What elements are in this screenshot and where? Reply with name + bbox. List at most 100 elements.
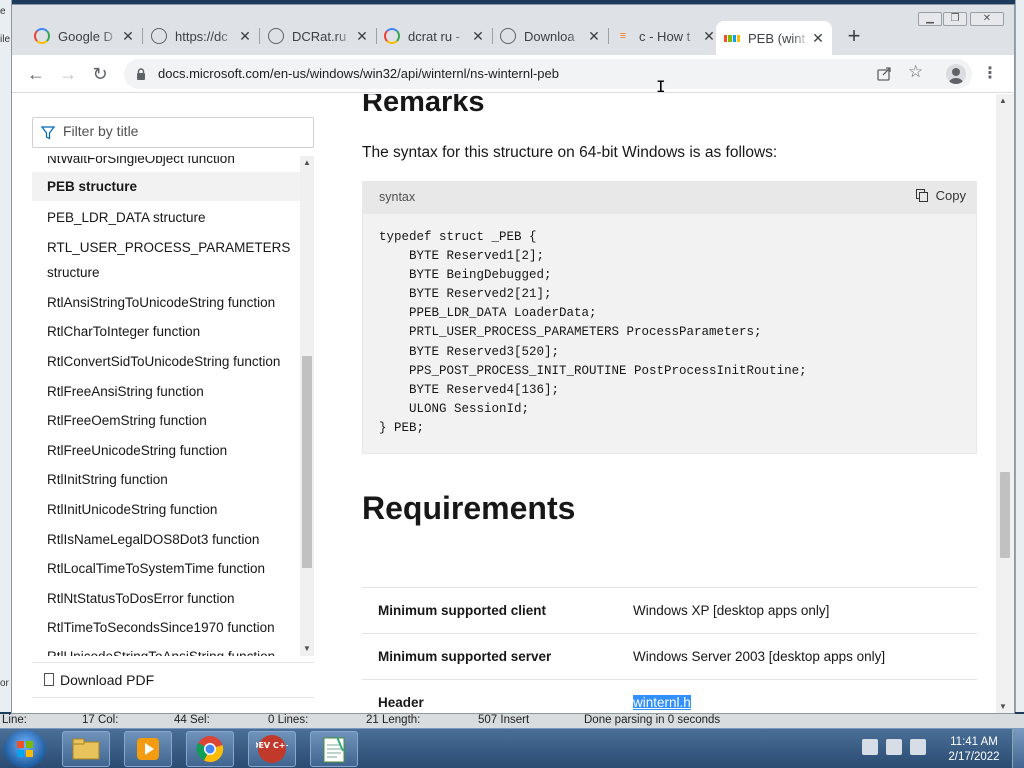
table-row: Header winternl.h: [362, 679, 977, 713]
status-length: 21 Length:: [366, 714, 421, 726]
share-icon[interactable]: [876, 66, 892, 82]
scroll-down-icon[interactable]: ▼: [999, 702, 1007, 711]
tab-close-icon[interactable]: ✕: [354, 28, 370, 45]
bookmark-star-icon[interactable]: ☆: [908, 62, 923, 82]
toc-item[interactable]: RtlCharToInteger function: [32, 319, 300, 344]
toc-item[interactable]: RtlConvertSidToUnicodeString function: [32, 349, 300, 374]
clock-time: 11:41 AM: [950, 736, 998, 748]
action-center-icon[interactable]: [862, 739, 878, 755]
remarks-heading: Remarks: [362, 94, 485, 118]
tab-close-icon[interactable]: ✕: [470, 28, 486, 45]
header-link[interactable]: winternl.h: [633, 695, 691, 711]
scroll-up-icon[interactable]: ▲: [999, 96, 1007, 105]
tab-close-icon[interactable]: ✕: [586, 28, 602, 45]
maximize-button[interactable]: ❐: [943, 12, 967, 26]
toc-item[interactable]: RtlFreeOemString function: [32, 408, 300, 433]
toc-item[interactable]: structure: [32, 260, 300, 285]
chrome-icon[interactable]: [186, 731, 234, 767]
more-menu-icon[interactable]: ⋮: [982, 63, 998, 83]
toc-scroll-thumb[interactable]: [302, 356, 312, 568]
editor-status-bar: Line: 17 Col: 44 Sel: 0 Lines: 21 Length…: [0, 714, 1024, 728]
toc-item[interactable]: RtlTimeToSecondsSince1970 function: [32, 615, 300, 640]
copy-button[interactable]: Copy: [915, 188, 966, 203]
text-cursor-icon: I: [656, 77, 666, 96]
filter-input[interactable]: [63, 123, 303, 139]
globe-icon: [151, 28, 167, 44]
filter-box[interactable]: [32, 117, 314, 148]
status-col: 17 Col:: [82, 714, 119, 726]
taskbar: DEV C++ 11:41 AM 2/17/2022: [0, 728, 1024, 768]
tab-peb-active[interactable]: PEB (wint ✕: [716, 21, 832, 55]
network-icon[interactable]: [886, 739, 902, 755]
tab-download[interactable]: Downloa ✕: [492, 21, 609, 51]
tab-close-icon[interactable]: ✕: [701, 28, 717, 45]
page-scroll-thumb[interactable]: [1000, 472, 1010, 558]
download-pdf-button[interactable]: Download PDF: [32, 662, 314, 698]
system-clock[interactable]: 11:41 AM 2/17/2022: [944, 735, 1004, 765]
profile-icon[interactable]: [946, 64, 966, 84]
copy-icon: [915, 189, 928, 202]
toc-item[interactable]: RtlLocalTimeToSystemTime function: [32, 556, 300, 581]
tab-strip: Google D ✕ https://dc ✕ DCRat.ru ✕ dcrat…: [12, 5, 1014, 55]
tab-title: PEB (wint: [748, 30, 806, 46]
toc-item[interactable]: RtlInitString function: [32, 467, 300, 492]
tab-stackoverflow[interactable]: ≡ c - How t ✕: [607, 21, 723, 51]
filter-icon: [41, 126, 55, 140]
lock-icon: [137, 68, 145, 80]
toc-item[interactable]: RtlAnsiStringToUnicodeString function: [32, 290, 300, 315]
toc-item[interactable]: PEB_LDR_DATA structure: [32, 205, 300, 230]
start-button[interactable]: [4, 730, 46, 768]
notepad-icon[interactable]: [310, 731, 358, 767]
tab-dcrat[interactable]: DCRat.ru ✕: [260, 21, 377, 51]
toc-sidebar: NtWaitForSingleObject function PEB struc…: [32, 94, 314, 713]
tab-close-icon[interactable]: ✕: [237, 28, 253, 45]
tab-title: DCRat.ru: [292, 28, 347, 44]
reload-button[interactable]: ↻: [87, 61, 113, 87]
back-button[interactable]: ←: [23, 61, 49, 87]
media-player-icon[interactable]: [124, 731, 172, 767]
url-text[interactable]: docs.microsoft.com/en-us/windows/win32/a…: [158, 66, 559, 81]
remarks-text: The syntax for this structure on 64-bit …: [362, 144, 778, 161]
toc-item[interactable]: RtlUnicodeStringToAnsiString function: [32, 644, 300, 656]
status-message: Done parsing in 0 seconds: [584, 714, 721, 726]
toc-item[interactable]: RtlIsNameLegalDOS8Dot3 function: [32, 527, 300, 552]
status-lines: 0 Lines:: [268, 714, 309, 726]
scroll-up-icon[interactable]: ▲: [303, 158, 311, 167]
tab-https[interactable]: https://dc ✕: [143, 21, 260, 51]
toc-item[interactable]: NtWaitForSingleObject function: [32, 156, 300, 171]
scroll-down-icon[interactable]: ▼: [303, 644, 311, 653]
forward-button[interactable]: →: [55, 61, 81, 87]
code-line: BYTE Reserved1[2];: [379, 249, 545, 264]
toc-item-selected[interactable]: PEB structure: [32, 172, 300, 201]
volume-icon[interactable]: [910, 739, 926, 755]
toc-item[interactable]: RtlNtStatusToDosError function: [32, 586, 300, 611]
code-line: } PEB;: [379, 420, 425, 435]
minimize-button[interactable]: ▁: [918, 12, 942, 26]
code-line: PPS_POST_PROCESS_INIT_ROUTINE PostProces…: [379, 363, 807, 378]
toc-item[interactable]: RtlInitUnicodeString function: [32, 497, 300, 522]
file-explorer-icon[interactable]: [62, 731, 110, 767]
toc-item[interactable]: RtlFreeUnicodeString function: [32, 438, 300, 463]
new-tab-button[interactable]: +: [842, 25, 866, 49]
toc-item[interactable]: RTL_USER_PROCESS_PARAMETERS: [32, 235, 300, 260]
toc-item[interactable]: RtlFreeAnsiString function: [32, 379, 300, 404]
page-scrollbar[interactable]: ▲ ▼: [996, 94, 1014, 713]
toc-scrollbar[interactable]: ▲ ▼: [300, 156, 314, 656]
tab-title: Google D: [58, 28, 113, 44]
desktop-fragment: or: [0, 678, 9, 689]
show-desktop-button[interactable]: [1012, 729, 1024, 768]
tab-title: https://dc: [175, 28, 228, 44]
globe-icon: [268, 28, 284, 44]
code-line: BYTE Reserved3[520];: [379, 344, 560, 359]
address-bar[interactable]: docs.microsoft.com/en-us/windows/win32/a…: [124, 59, 972, 89]
tab-dcrat-search[interactable]: dcrat ru - ✕: [376, 21, 493, 51]
close-button[interactable]: ✕: [970, 12, 1004, 26]
tab-close-icon[interactable]: ✕: [810, 30, 826, 47]
document-icon: [44, 673, 54, 686]
tab-title: Downloa: [524, 28, 575, 44]
status-line: Line:: [2, 714, 27, 726]
dev-cpp-icon[interactable]: DEV C++: [248, 731, 296, 767]
tab-google-docs[interactable]: Google D ✕: [26, 21, 143, 51]
tab-close-icon[interactable]: ✕: [120, 28, 136, 45]
code-line: BYTE BeingDebugged;: [379, 268, 552, 283]
